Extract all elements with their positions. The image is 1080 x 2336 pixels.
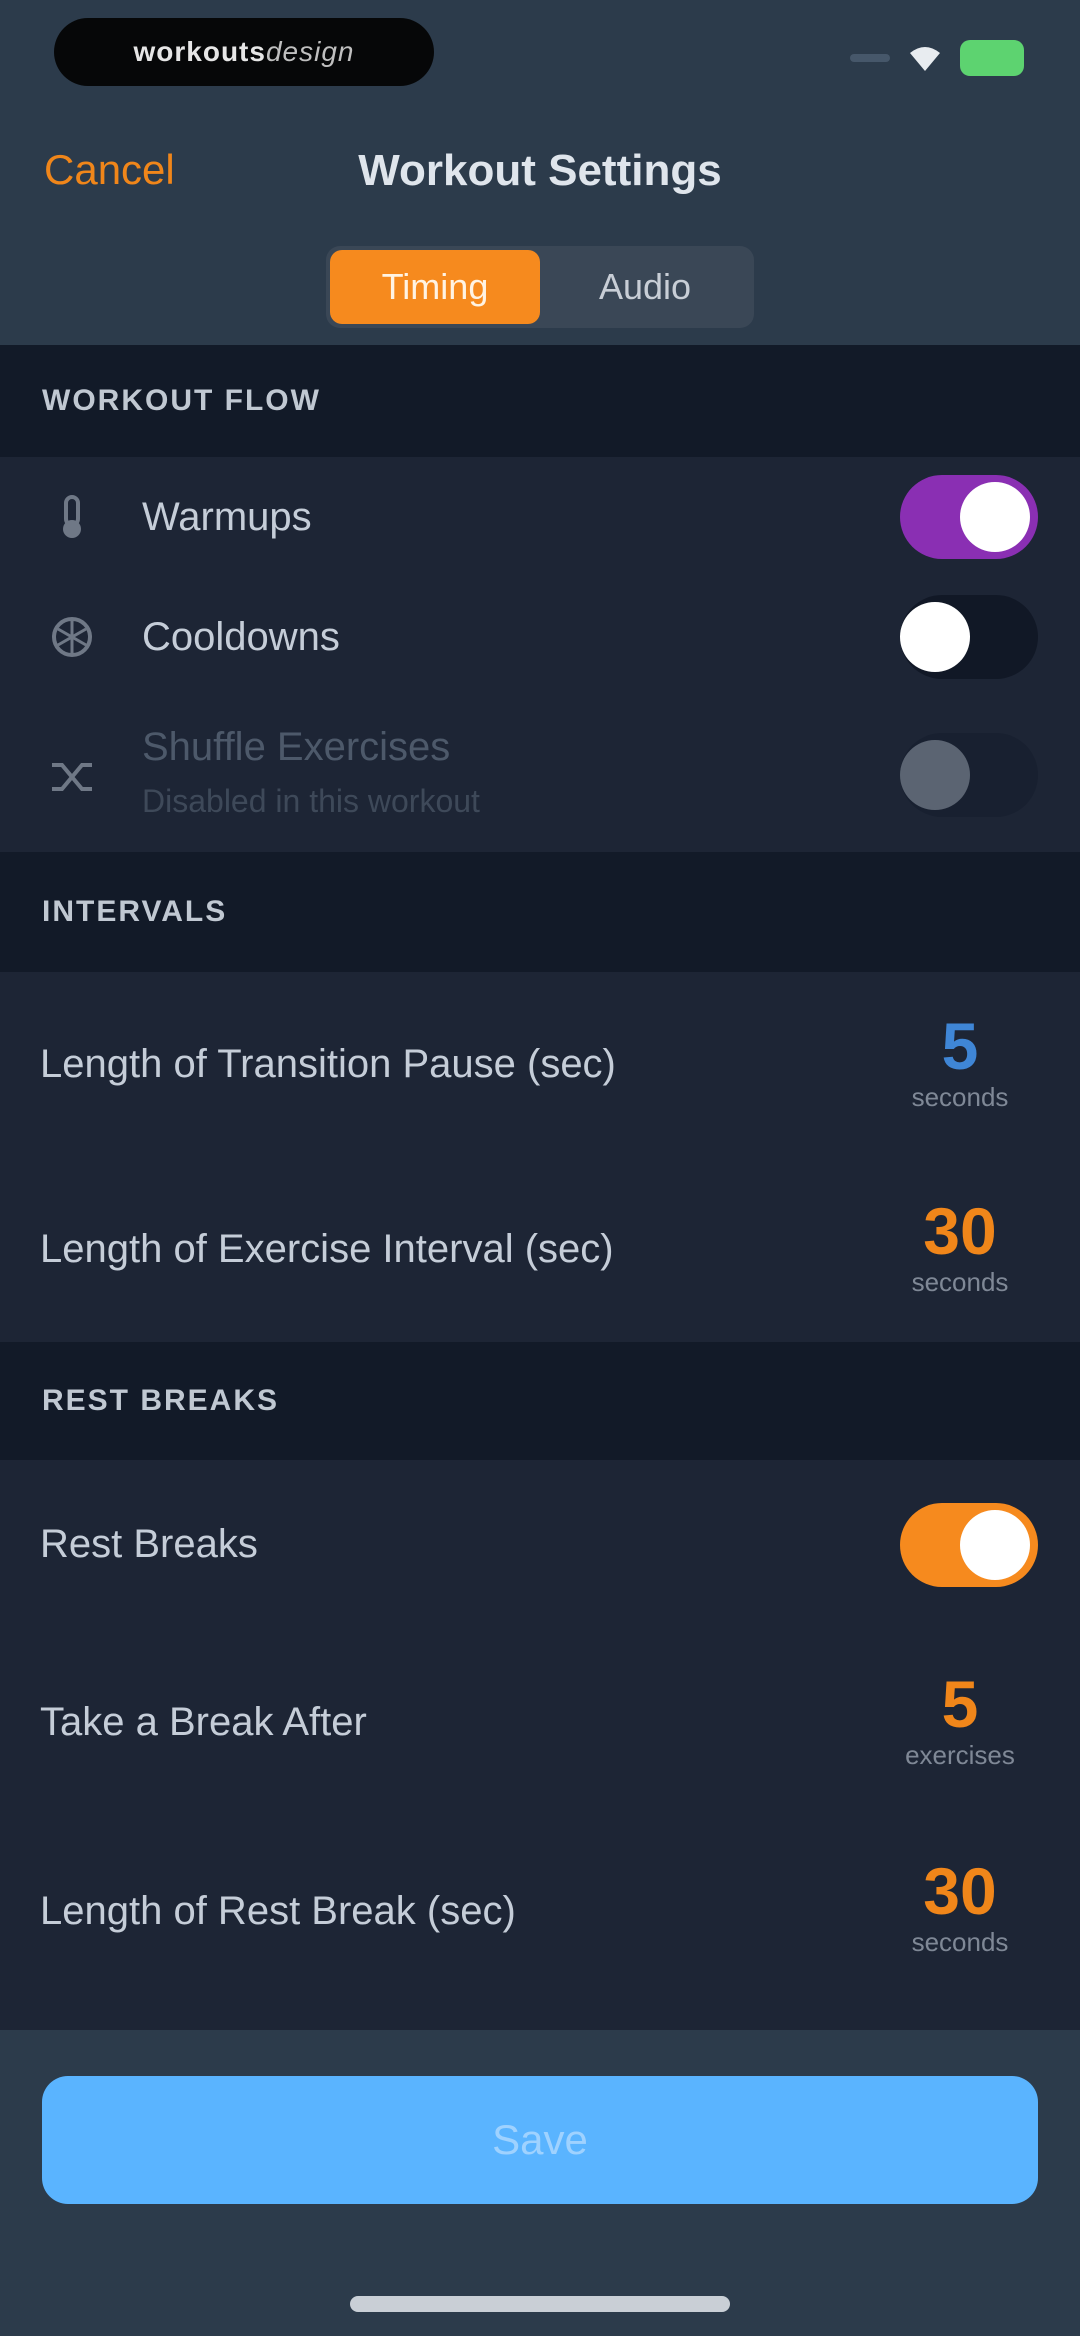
warmups-toggle[interactable] bbox=[900, 475, 1038, 559]
exercise-interval-row[interactable]: Length of Exercise Interval (sec) 30 sec… bbox=[0, 1157, 1080, 1342]
break-after-label: Take a Break After bbox=[40, 1700, 367, 1744]
shuffle-row: Shuffle Exercises Disabled in this worko… bbox=[0, 697, 1080, 852]
exercise-interval-number: 30 bbox=[923, 1194, 997, 1268]
save-button[interactable]: Save bbox=[42, 2076, 1038, 2204]
shuffle-icon bbox=[52, 763, 92, 791]
page-title: Workout Settings bbox=[358, 146, 722, 195]
warmups-label: Warmups bbox=[142, 495, 312, 539]
exercise-interval-unit: seconds bbox=[911, 1267, 1009, 1297]
rest-breaks-row[interactable]: Rest Breaks bbox=[0, 1460, 1080, 1630]
brand-secondary: design bbox=[265, 36, 355, 67]
status-icons bbox=[850, 38, 1024, 78]
brand-primary: workouts bbox=[133, 36, 266, 67]
section-header-intervals: INTERVALS bbox=[0, 852, 1080, 972]
exercise-interval-label: Length of Exercise Interval (sec) bbox=[40, 1227, 614, 1271]
rest-length-value[interactable]: 30 seconds bbox=[880, 1855, 1040, 1958]
shuffle-sublabel: Disabled in this workout bbox=[142, 783, 480, 819]
rest-length-unit: seconds bbox=[911, 1927, 1009, 1957]
status-bar: workouts design bbox=[0, 0, 1080, 110]
toggle-knob bbox=[960, 482, 1030, 552]
nav-bar: Cancel Workout Settings bbox=[0, 130, 1080, 210]
cooldowns-row[interactable]: Cooldowns bbox=[0, 577, 1080, 697]
battery-icon bbox=[960, 40, 1024, 76]
toggle-knob bbox=[900, 602, 970, 672]
top-bar: workouts design Cancel Workout Settings … bbox=[0, 0, 1080, 345]
transition-pause-number: 5 bbox=[941, 1009, 979, 1083]
rest-length-row[interactable]: Length of Rest Break (sec) 30 seconds bbox=[0, 1815, 1080, 2030]
rest-length-label: Length of Rest Break (sec) bbox=[40, 1889, 516, 1933]
snowflake-icon bbox=[52, 617, 92, 657]
transition-pause-value[interactable]: 5 seconds bbox=[880, 1010, 1040, 1113]
home-indicator[interactable] bbox=[350, 2296, 730, 2312]
rest-length-number: 30 bbox=[923, 1854, 997, 1928]
break-after-unit: exercises bbox=[905, 1740, 1015, 1770]
cooldowns-label: Cooldowns bbox=[142, 615, 340, 659]
signal-icon bbox=[850, 54, 890, 62]
rest-breaks-toggle[interactable] bbox=[900, 1503, 1038, 1587]
toggle-knob bbox=[900, 740, 970, 810]
tab-timing[interactable]: Timing bbox=[330, 250, 540, 324]
break-after-value[interactable]: 5 exercises bbox=[880, 1668, 1040, 1771]
warmups-row[interactable]: Warmups bbox=[0, 457, 1080, 577]
shuffle-toggle bbox=[900, 733, 1038, 817]
transition-pause-row[interactable]: Length of Transition Pause (sec) 5 secon… bbox=[0, 972, 1080, 1157]
wifi-icon bbox=[910, 47, 940, 71]
rest-breaks-label: Rest Breaks bbox=[40, 1522, 258, 1566]
transition-pause-label: Length of Transition Pause (sec) bbox=[40, 1042, 616, 1086]
section-header-rest-breaks: REST BREAKS bbox=[0, 1342, 1080, 1460]
section-header-workout-flow: WORKOUT FLOW bbox=[0, 345, 1080, 457]
thermometer-icon bbox=[63, 495, 81, 538]
exercise-interval-value[interactable]: 30 seconds bbox=[880, 1195, 1040, 1298]
toggle-knob bbox=[960, 1510, 1030, 1580]
workout-settings-screen: workouts design Cancel Workout Settings … bbox=[0, 0, 1080, 2336]
dynamic-island: workouts design bbox=[54, 18, 434, 86]
settings-tabs: Timing Audio bbox=[326, 246, 754, 328]
shuffle-label: Shuffle Exercises bbox=[142, 725, 451, 769]
transition-pause-unit: seconds bbox=[911, 1082, 1009, 1112]
cooldowns-toggle[interactable] bbox=[900, 595, 1038, 679]
break-after-number: 5 bbox=[941, 1667, 979, 1741]
break-after-row[interactable]: Take a Break After 5 exercises bbox=[0, 1630, 1080, 1815]
tab-audio[interactable]: Audio bbox=[540, 250, 750, 324]
